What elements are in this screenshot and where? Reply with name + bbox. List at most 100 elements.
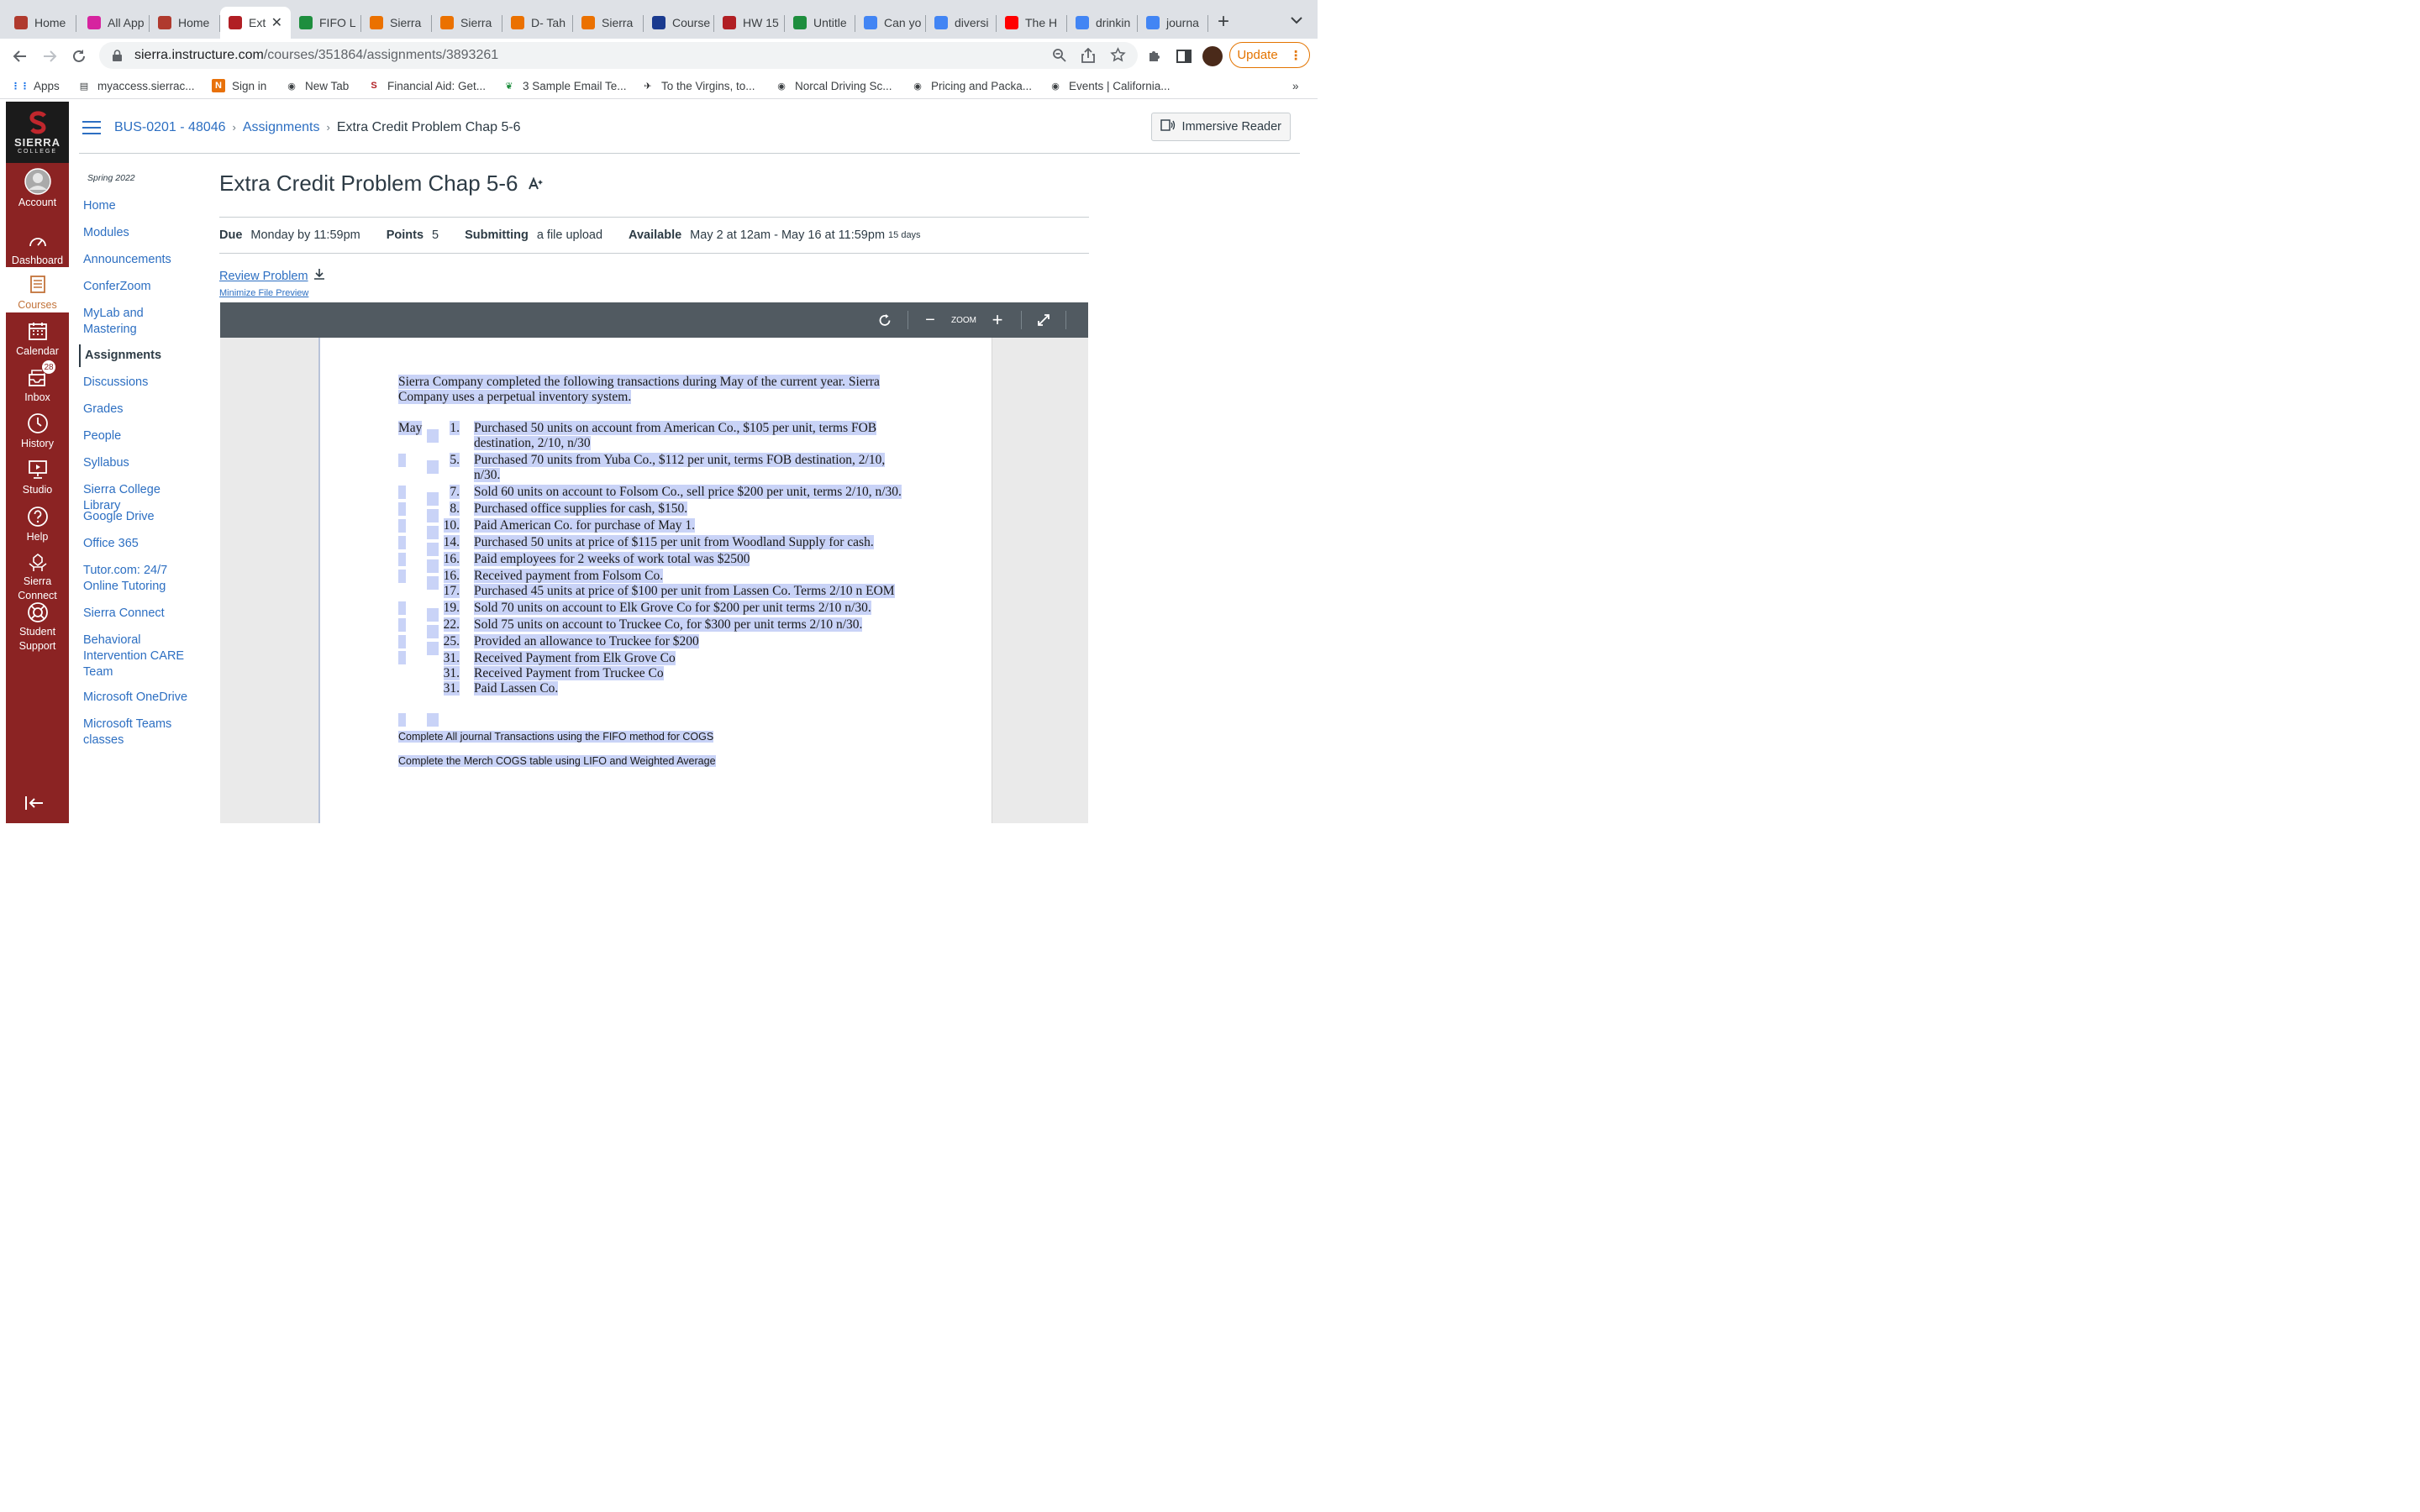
bookmark-item[interactable]: ◉ Pricing and Packa...	[911, 77, 1032, 94]
global-nav-help[interactable]: Help	[6, 499, 69, 544]
back-arrow-icon[interactable]	[9, 45, 31, 67]
bookmark-item[interactable]: ◉ Norcal Driving Sc...	[775, 77, 892, 94]
course-nav-grades[interactable]: Grades	[83, 402, 209, 417]
browser-tab[interactable]: Untitle	[785, 7, 855, 39]
browser-tab[interactable]: HW 15	[714, 7, 785, 39]
browser-tab[interactable]: journa	[1138, 7, 1208, 39]
global-nav-calendar[interactable]: Calendar	[6, 313, 69, 359]
bookmark-item[interactable]: N Sign in	[212, 77, 266, 94]
more-bookmarks-button[interactable]: »	[1292, 77, 1299, 94]
intro-text: Sierra Company completed the following t…	[398, 375, 880, 389]
course-nav-syllabus[interactable]: Syllabus	[83, 455, 209, 471]
profile-avatar-icon[interactable]	[1202, 46, 1223, 66]
forward-arrow-icon[interactable]	[39, 45, 60, 67]
course-nav-home[interactable]: Home	[83, 198, 209, 214]
n-icon: N	[212, 79, 225, 92]
zoom-magnifier-icon[interactable]	[1052, 48, 1067, 67]
immersive-reader-button[interactable]: Immersive Reader	[1150, 113, 1291, 141]
transaction-text-line: Purchased 45 units at price of $100 per …	[474, 584, 895, 599]
browser-tab[interactable]: FIFO L	[291, 7, 361, 39]
update-button[interactable]: Update ⋮	[1229, 42, 1310, 68]
course-nav-google-drive[interactable]: Google Drive	[83, 509, 209, 525]
global-nav-inbox[interactable]: 28 Inbox	[6, 360, 69, 405]
transaction-day: 7.	[450, 485, 460, 499]
course-nav-assignments[interactable]: Assignments	[79, 344, 205, 367]
course-nav-announcements[interactable]: Announcements	[83, 252, 209, 268]
zoom-in-button[interactable]: +	[990, 309, 1005, 330]
collapse-arrow-icon[interactable]	[24, 795, 45, 815]
close-tab-icon[interactable]: ✕	[271, 14, 282, 31]
bookmark-item[interactable]: ▤ myaccess.sierrac...	[77, 77, 195, 94]
course-nav-conferzoom[interactable]: ConferZoom	[83, 279, 209, 295]
bookmark-item[interactable]: S Financial Aid: Get...	[367, 77, 486, 94]
course-nav-discussions[interactable]: Discussions	[83, 375, 209, 391]
reload-icon[interactable]	[68, 45, 90, 67]
due-value: Monday by 11:59pm	[250, 228, 360, 242]
global-nav-student-support[interactable]: Student Support	[6, 596, 69, 652]
course-nav-office-365[interactable]: Office 365	[83, 536, 209, 552]
browser-tab[interactable]: Sierra	[432, 7, 502, 39]
global-nav-studio[interactable]: Studio	[6, 452, 69, 497]
course-nav-tutor-com-24-7-online-tutoring[interactable]: Tutor.com: 24/7 Online Tutoring	[83, 563, 197, 595]
tab-label: Sierra	[602, 16, 634, 29]
bookmark-item[interactable]: ✈ To the Virgins, to...	[641, 77, 755, 94]
course-nav-sierra-connect[interactable]: Sierra Connect	[83, 606, 209, 622]
new-tab-button[interactable]: +	[1218, 10, 1229, 34]
browser-tab[interactable]: Course	[644, 7, 714, 39]
global-nav-sierra-connect[interactable]: Sierra Connect	[6, 548, 69, 601]
browser-tab[interactable]: Sierra	[361, 7, 432, 39]
global-nav-courses[interactable]: Courses	[6, 267, 69, 312]
course-nav-microsoft-onedrive[interactable]: Microsoft OneDrive	[83, 690, 209, 706]
transaction-text: Purchased 70 units from Yuba Co., $112 p…	[474, 453, 886, 467]
global-nav-dashboard[interactable]: Dashboard	[6, 223, 69, 268]
side-panel-icon[interactable]	[1173, 45, 1195, 67]
course-nav-microsoft-teams-classes[interactable]: Microsoft Teams classes	[83, 717, 197, 748]
available-value: May 2 at 12am - May 16 at 11:59pm	[690, 228, 886, 242]
fullscreen-expand-icon[interactable]	[1034, 311, 1053, 329]
intro-text-line: Sierra Company completed the following t…	[398, 375, 880, 390]
bookmark-item[interactable]: ◉ New Tab	[285, 77, 349, 94]
course-nav-modules[interactable]: Modules	[83, 225, 209, 241]
browser-tab[interactable]: Ext ✕	[220, 7, 291, 39]
review-problem-link[interactable]: Review Problem	[219, 268, 325, 284]
bookmark-star-icon[interactable]	[1110, 47, 1126, 67]
browser-tab[interactable]: drinkin	[1067, 7, 1138, 39]
breadcrumb-assignments[interactable]: Assignments	[243, 120, 320, 135]
download-icon[interactable]	[313, 268, 325, 284]
sierra-college-logo[interactable]: SIERRA COLLEGE	[6, 102, 69, 163]
browser-tab[interactable]: Home	[6, 7, 76, 39]
transaction-text: Purchased office supplies for cash, $150…	[474, 501, 688, 516]
share-icon[interactable]	[1081, 47, 1095, 67]
term-label: Spring 2022	[87, 173, 135, 183]
minimize-file-preview-link[interactable]: Minimize File Preview	[219, 288, 308, 298]
browser-tab[interactable]: Sierra	[573, 7, 644, 39]
browser-tab[interactable]: The H	[997, 7, 1067, 39]
zoom-out-button[interactable]: −	[923, 311, 938, 329]
bookmark-item[interactable]: ❦ 3 Sample Email Te...	[502, 77, 626, 94]
course-nav-mylab-and-mastering[interactable]: MyLab and Mastering	[83, 306, 197, 338]
transaction-day: 16.	[443, 552, 460, 566]
global-nav-label: Calendar	[16, 345, 59, 357]
bookmark-item[interactable]: ⋮⋮ Apps	[11, 77, 60, 94]
tab-search-chevron-down-icon[interactable]	[1291, 13, 1302, 29]
global-nav-history[interactable]: History	[6, 406, 69, 451]
global-nav-account[interactable]: Account	[6, 167, 69, 218]
course-nav-behavioral-intervention-care-team[interactable]: Behavioral Intervention CARE Team	[83, 633, 197, 680]
address-bar[interactable]: sierra.instructure.com/courses/351864/as…	[99, 42, 1138, 69]
bookmark-item[interactable]: ◉ Events | California...	[1049, 77, 1170, 94]
browser-tab[interactable]: Home	[150, 7, 220, 39]
bookmark-label: Pricing and Packa...	[931, 79, 1033, 92]
dashboard-gauge-icon	[28, 228, 48, 252]
browser-tab[interactable]: D- Tah	[502, 7, 573, 39]
rotate-icon[interactable]	[876, 311, 894, 329]
zoom-label: ZOOM	[951, 315, 976, 325]
inbox-unread-badge: 28	[41, 360, 56, 375]
immersive-reader-shortcut-icon[interactable]	[528, 171, 544, 197]
extensions-puzzle-icon[interactable]	[1144, 45, 1165, 67]
browser-tab[interactable]: diversi	[926, 7, 997, 39]
course-nav-people[interactable]: People	[83, 428, 209, 444]
hamburger-menu-icon[interactable]	[82, 120, 101, 134]
browser-tab[interactable]: Can yo	[855, 7, 926, 39]
breadcrumb-course[interactable]: BUS-0201 - 48046	[114, 120, 226, 135]
browser-tab[interactable]: All App	[79, 7, 150, 39]
